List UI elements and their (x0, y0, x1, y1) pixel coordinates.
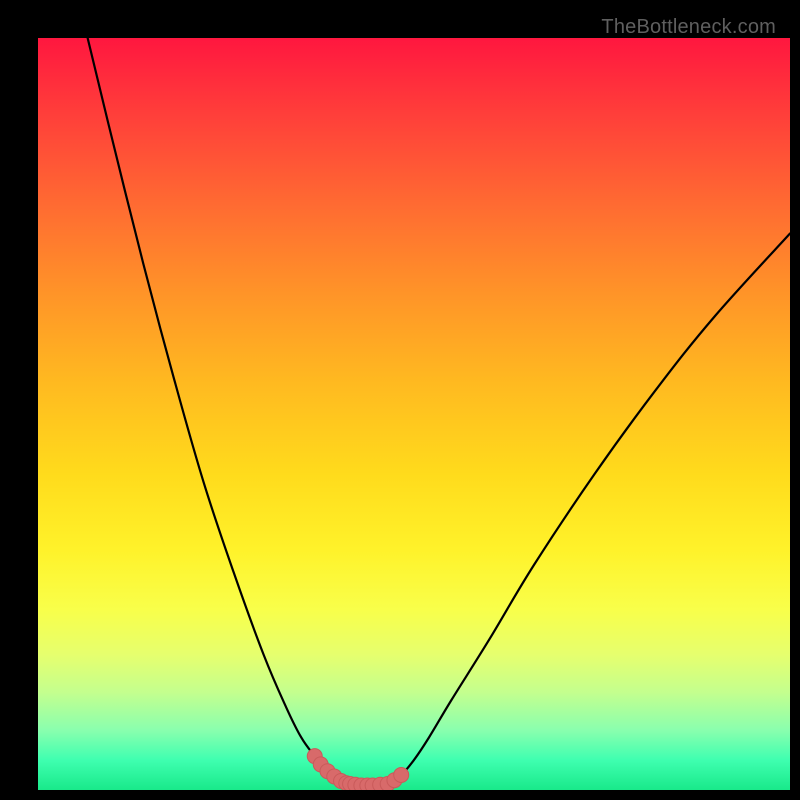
watermark-text: TheBottleneck.com (601, 16, 776, 39)
marker-group (307, 749, 408, 790)
marker-point (394, 767, 409, 782)
plot-area (38, 38, 790, 790)
right-curve (388, 234, 790, 784)
chart-svg (38, 38, 790, 790)
chart-frame: TheBottleneck.com (14, 14, 786, 786)
left-curve (88, 38, 350, 784)
